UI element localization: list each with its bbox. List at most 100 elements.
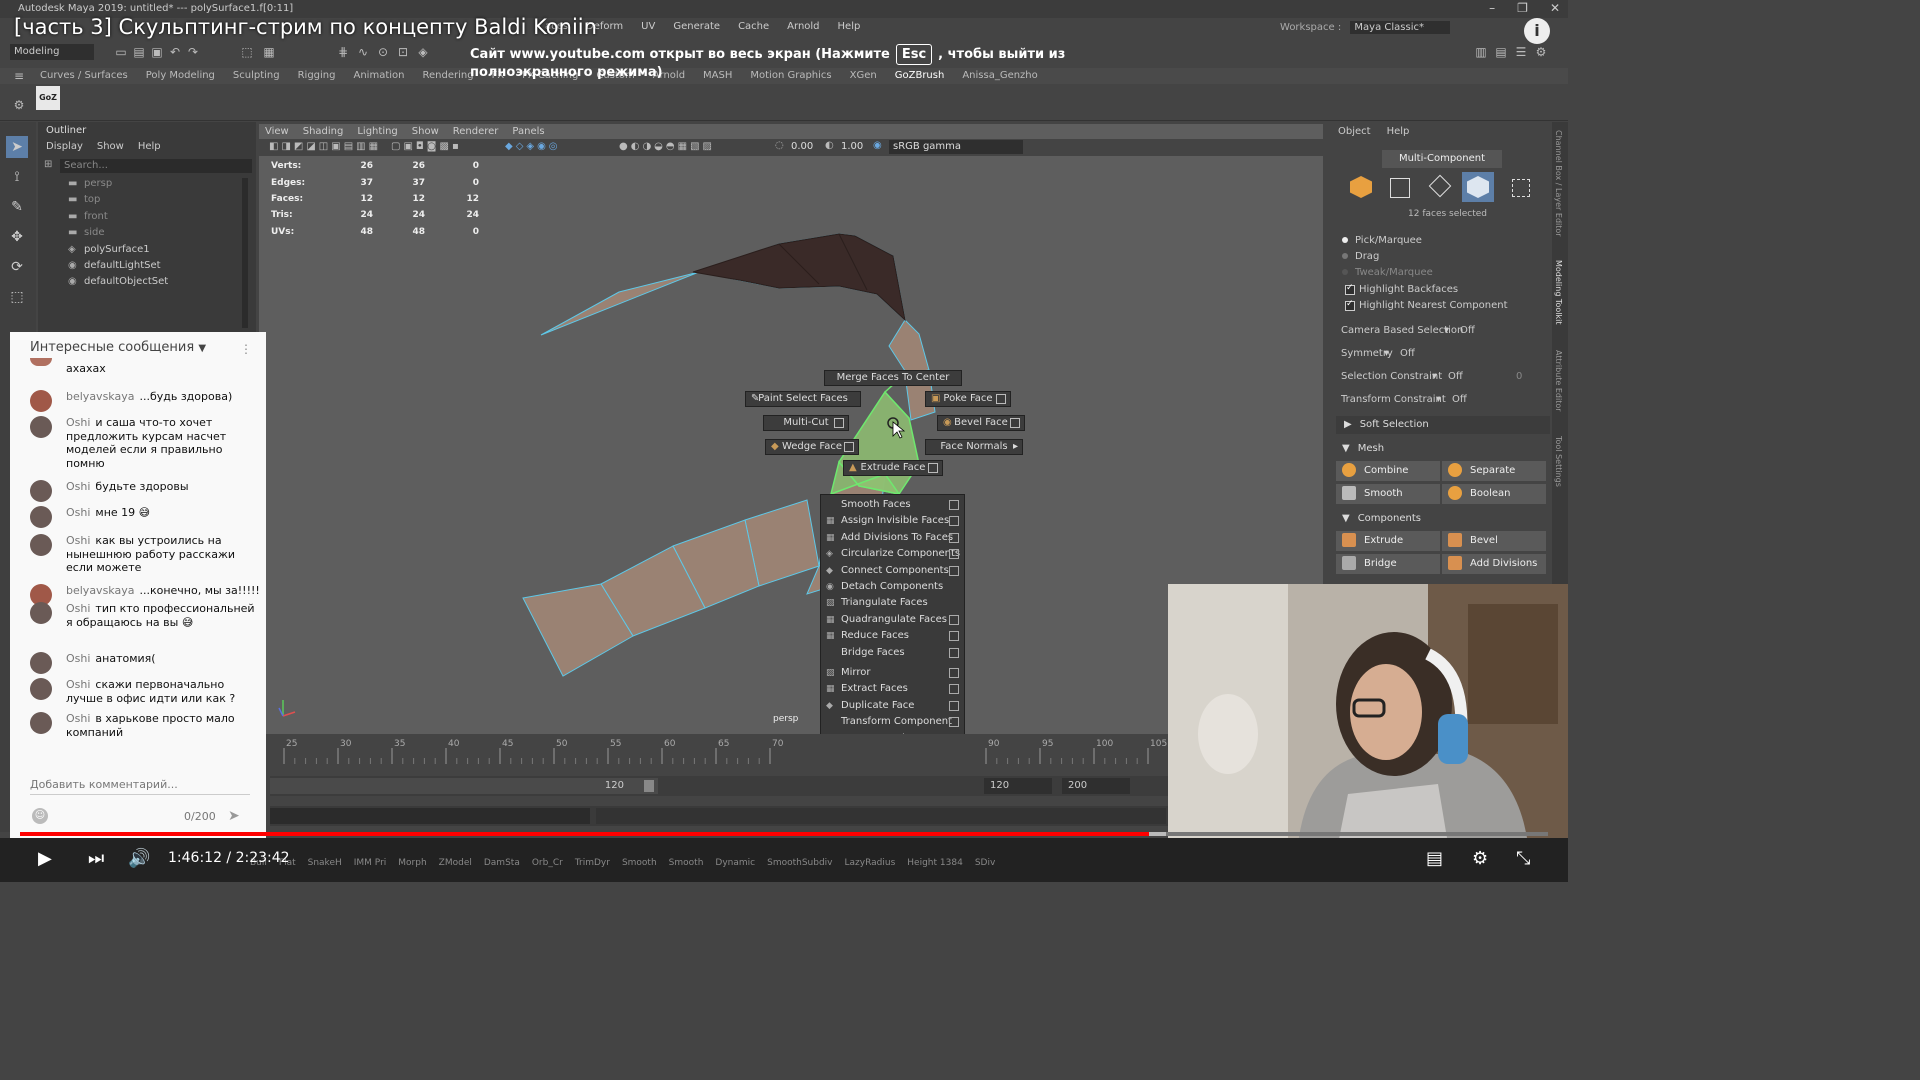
chat-author[interactable]: Oshi [66, 534, 90, 547]
shelf-tab-curves-surfaces[interactable]: Curves / Surfaces [40, 70, 128, 81]
snap-point-icon[interactable]: ⊙ [376, 45, 390, 59]
scale-tool-icon[interactable]: ⬚ [6, 286, 28, 308]
shelf-tab-poly-modeling[interactable]: Poly Modeling [146, 70, 215, 81]
mm-multi-cut[interactable]: Multi-Cut [763, 415, 849, 431]
menu-item-reduce-faces[interactable]: ▦ Reduce Faces [821, 628, 964, 644]
menu-set-dropdown[interactable]: Modeling [10, 44, 94, 60]
chat-author[interactable]: Oshi [66, 602, 90, 615]
outliner-item[interactable]: ◉ defaultLightSet [68, 258, 161, 274]
maximize-icon[interactable]: ❐ [1517, 1, 1528, 15]
close-icon[interactable]: ✕ [1550, 1, 1560, 15]
time-slider[interactable]: 25 30 35 40 45 50 55 60 65 70 90 95 100 105 [270, 734, 1168, 772]
menu-item-circularize-components[interactable]: ◈ Circularize Components [821, 546, 964, 562]
menu-generate[interactable]: Generate [673, 21, 720, 32]
highlight-nearest-checkbox[interactable]: ✓ [1345, 299, 1355, 311]
avatar[interactable] [30, 416, 52, 438]
selection-constraint-number[interactable]: 0 [1516, 371, 1522, 382]
avatar[interactable] [30, 652, 52, 674]
bridge-button[interactable]: Bridge [1336, 554, 1440, 574]
wedge-face-options-box[interactable] [844, 442, 854, 452]
option-box[interactable] [949, 549, 959, 560]
mtk-menu-help[interactable]: Help [1387, 126, 1410, 137]
send-icon[interactable]: ➤ [228, 808, 240, 824]
bevel-button[interactable]: Bevel [1442, 531, 1546, 551]
menu-item-assign-invisible-faces[interactable]: ▦ Assign Invisible Faces [821, 513, 964, 529]
object-mode-icon[interactable] [1350, 176, 1372, 198]
more-options-icon[interactable]: ⋮ [240, 342, 252, 356]
menu-item-connect-components[interactable]: ◆ Connect Components [821, 563, 964, 579]
menu-item-bridge-faces[interactable]: Bridge Faces [821, 645, 964, 661]
camera-based-dropdown-icon[interactable]: ▾ [1444, 325, 1449, 336]
option-box[interactable] [949, 516, 959, 527]
option-box[interactable] [949, 631, 959, 642]
mm-paint-select-faces[interactable]: ✎ Paint Select Faces [745, 391, 861, 407]
outliner-scrollbar[interactable] [242, 178, 248, 328]
option-box[interactable] [949, 614, 959, 625]
attribute-editor-icon[interactable]: ☰ [1514, 45, 1528, 59]
mm-extrude-face[interactable]: ▲ Extrude Face [843, 460, 943, 476]
avatar[interactable] [30, 506, 52, 528]
chat-author[interactable]: Oshi [66, 506, 90, 519]
animation-end-field[interactable]: 200 [1062, 778, 1130, 794]
option-box[interactable] [949, 717, 959, 728]
menu-item-detach-components[interactable]: ◉ Detach Components [821, 579, 964, 595]
avatar[interactable] [30, 534, 52, 556]
playback-end-field[interactable]: 120 [984, 778, 1052, 794]
shelf-tab-rendering[interactable]: Rendering [422, 70, 473, 81]
mm-wedge-face[interactable]: ◆ Wedge Face [765, 439, 859, 455]
option-box[interactable] [949, 500, 959, 510]
outliner-filter-icon[interactable]: ⊞ [44, 159, 52, 170]
menu-item-transform-component[interactable]: Transform Component [821, 714, 964, 730]
chat-comment-input[interactable]: Добавить комментарий... [30, 778, 250, 795]
chat-header[interactable]: Интересные сообщения ▼ [30, 340, 206, 355]
tab-tool-settings[interactable]: Tool Settings [1554, 436, 1563, 487]
menu-item-extract-faces[interactable]: ▦ Extract Faces [821, 681, 964, 697]
combine-button[interactable]: Combine [1336, 461, 1440, 481]
subtitles-icon[interactable]: ▤ [1426, 848, 1443, 869]
avatar[interactable] [30, 358, 52, 366]
menu-item-add-divisions-to-faces[interactable]: ▦ Add Divisions To Faces [821, 530, 964, 546]
smooth-button[interactable]: Smooth [1336, 484, 1440, 504]
time-slider-ruler[interactable]: 25 30 35 40 45 50 55 60 65 70 90 95 100 105 [270, 734, 1168, 772]
option-box[interactable] [949, 647, 959, 658]
mm-bevel-face[interactable]: ◉ Bevel Face [937, 415, 1025, 431]
outliner-item[interactable]: ▬ front [68, 209, 108, 225]
menu-item-quadrangulate-faces[interactable]: ▦ Quadrangulate Faces [821, 612, 964, 628]
shelf-settings-icon[interactable]: ⚙ [12, 98, 26, 112]
boolean-button[interactable]: Boolean [1442, 484, 1546, 504]
tweak-marquee-radio[interactable] [1342, 269, 1348, 275]
snap-grid-icon[interactable]: ⋕ [336, 45, 350, 59]
shelf-tab-mash[interactable]: MASH [703, 70, 732, 81]
poke-face-options-box[interactable] [996, 394, 1006, 404]
mm-poke-face[interactable]: ▣ Poke Face [925, 391, 1011, 407]
symmetry-dropdown-icon[interactable]: ▾ [1384, 348, 1389, 359]
emoji-icon[interactable]: ☺ [32, 808, 48, 824]
option-box[interactable] [949, 668, 959, 678]
redo-icon[interactable]: ↷ [186, 45, 200, 59]
move-tool-icon[interactable]: ✥ [6, 226, 28, 248]
edge-mode-icon[interactable] [1428, 174, 1452, 198]
menu-arnold[interactable]: Arnold [787, 21, 819, 32]
chat-author[interactable]: Oshi [66, 652, 90, 665]
snap-surface-icon[interactable]: ◈ [416, 45, 430, 59]
drag-radio[interactable] [1342, 253, 1348, 259]
soft-selection-section[interactable]: ▶ Soft Selection [1336, 416, 1550, 434]
play-icon[interactable]: ▶ [38, 848, 52, 869]
select-hierarchy-icon[interactable]: ⬚ [240, 45, 254, 59]
next-video-icon[interactable]: ⏭ [88, 848, 104, 869]
command-line-input[interactable] [270, 808, 590, 824]
shelf-tab-gozbrush[interactable]: GoZBrush [895, 70, 945, 81]
select-component-icon[interactable]: ▦ [262, 45, 276, 59]
selection-constraint-dropdown-icon[interactable]: ▾ [1432, 371, 1437, 382]
chat-author[interactable]: Oshi [66, 678, 90, 691]
avatar[interactable] [30, 390, 52, 412]
extrude-button[interactable]: Extrude [1336, 531, 1440, 551]
camera-based-selection-value[interactable]: Off [1460, 325, 1475, 336]
menu-uv[interactable]: UV [641, 21, 655, 32]
goz-shelf-button[interactable]: GoZ [36, 86, 60, 110]
tool-settings-icon[interactable]: ⚙ [1534, 45, 1548, 59]
outliner-menu-help[interactable]: Help [138, 141, 161, 152]
chat-author[interactable]: Oshi [66, 480, 90, 493]
chat-author[interactable]: belyavskaya [66, 584, 134, 597]
shelf-tab-motion-graphics[interactable]: Motion Graphics [750, 70, 831, 81]
